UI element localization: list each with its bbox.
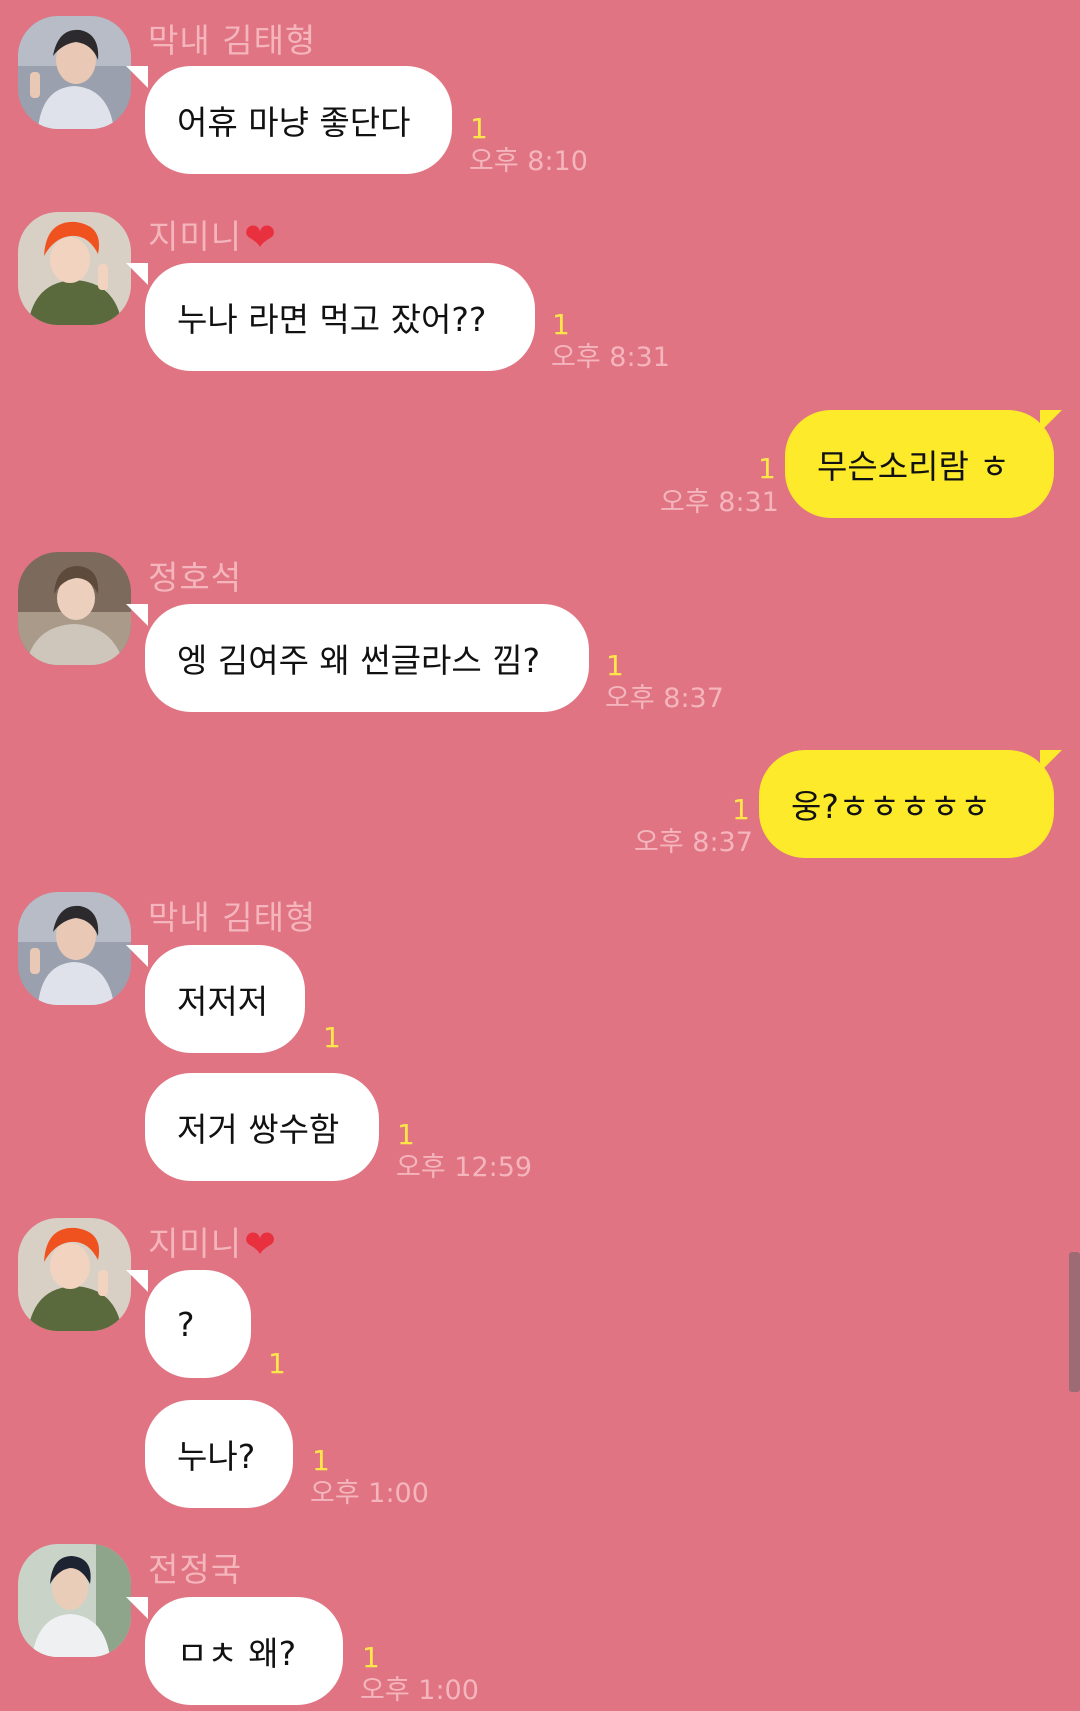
unread-count: 1 <box>606 649 624 682</box>
message-bubble[interactable]: 어휴 마냥 좋단다 <box>145 66 452 174</box>
message-text: 어휴 마냥 좋단다 <box>177 103 411 142</box>
message-text: ? <box>177 1304 195 1344</box>
avatar-jungkook[interactable] <box>18 1544 131 1657</box>
unread-count: 1 <box>312 1444 330 1477</box>
heart-icon: ❤ <box>244 215 277 259</box>
message-text: 저거 쌍수함 <box>177 1110 340 1149</box>
unread-count: 1 <box>268 1347 286 1380</box>
message-time: 오후 1:00 <box>360 1675 479 1706</box>
message-bubble[interactable]: 저거 쌍수함 <box>145 1073 379 1181</box>
message-text: 저저저 <box>177 982 269 1021</box>
sender-name-text: 지미니 <box>148 1224 243 1263</box>
message-text: ㅁㅊ 왜? <box>177 1634 297 1673</box>
unread-count: 1 <box>758 452 776 485</box>
unread-count: 1 <box>470 112 488 145</box>
message-time: 오후 8:10 <box>469 146 588 177</box>
unread-count: 1 <box>552 308 570 341</box>
sender-name: 지미니❤ <box>148 210 277 259</box>
scrollbar[interactable] <box>1069 1252 1080 1392</box>
avatar-jimin[interactable] <box>18 1218 131 1331</box>
message-bubble[interactable]: 저저저 <box>145 945 305 1053</box>
message-time: 오후 12:59 <box>396 1152 533 1183</box>
message-bubble[interactable]: 엥 김여주 왜 썬글라스 낌? <box>145 604 589 712</box>
message-time: 오후 1:00 <box>310 1478 429 1509</box>
message-text: 무슨소리람 ㅎ <box>817 447 1010 486</box>
sender-name: 전정국 <box>148 1550 243 1589</box>
message-bubble[interactable]: ? <box>145 1270 251 1378</box>
message-time: 오후 8:31 <box>551 342 670 373</box>
sender-name: 막내 김태형 <box>148 898 317 937</box>
message-text: 누나? <box>177 1437 256 1476</box>
message-time: 오후 8:37 <box>634 827 753 858</box>
sender-name: 정호석 <box>148 558 243 597</box>
message-text: 누나 라면 먹고 잤어?? <box>177 300 487 339</box>
message-text: 엥 김여주 왜 썬글라스 낌? <box>177 641 541 680</box>
unread-count: 1 <box>323 1021 341 1054</box>
avatar-taehyung[interactable] <box>18 16 131 129</box>
sender-name: 지미니❤ <box>148 1217 277 1266</box>
avatar-hoseok[interactable] <box>18 552 131 665</box>
heart-icon: ❤ <box>244 1222 277 1266</box>
message-bubble[interactable]: 누나? <box>145 1400 293 1508</box>
unread-count: 1 <box>362 1641 380 1674</box>
message-bubble[interactable]: ㅁㅊ 왜? <box>145 1597 343 1705</box>
message-text: 웅?ㅎㅎㅎㅎㅎ <box>791 787 991 826</box>
avatar-taehyung[interactable] <box>18 892 131 1005</box>
avatar-jimin[interactable] <box>18 212 131 325</box>
sender-name-text: 지미니 <box>148 217 243 256</box>
sender-name: 막내 김태형 <box>148 21 317 60</box>
message-bubble[interactable]: 누나 라면 먹고 잤어?? <box>145 263 535 371</box>
message-time: 오후 8:31 <box>660 487 779 518</box>
message-time: 오후 8:37 <box>605 683 724 714</box>
message-bubble-mine[interactable]: 웅?ㅎㅎㅎㅎㅎ <box>759 750 1054 858</box>
message-bubble-mine[interactable]: 무슨소리람 ㅎ <box>785 410 1054 518</box>
unread-count: 1 <box>397 1118 415 1151</box>
unread-count: 1 <box>732 793 750 826</box>
